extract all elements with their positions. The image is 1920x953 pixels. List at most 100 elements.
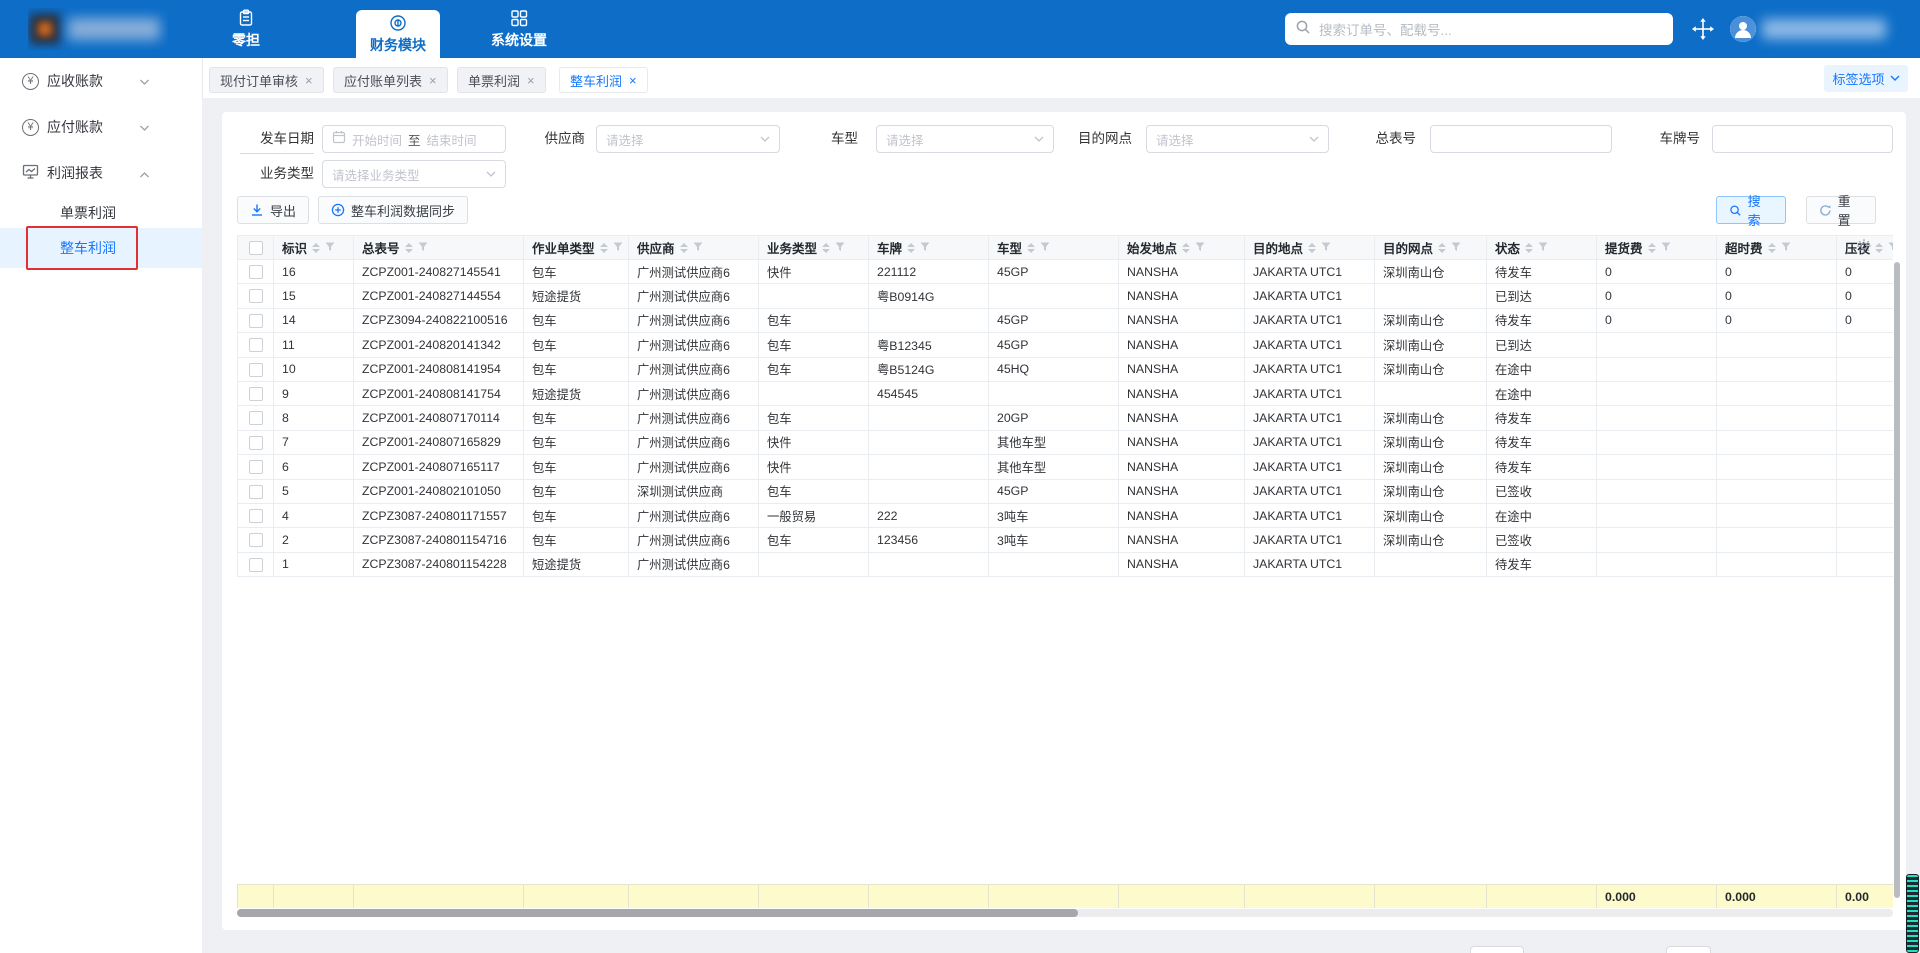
sort-carets-icon[interactable] xyxy=(1438,243,1446,253)
nav-item-system-settings[interactable]: 系统设置 xyxy=(476,0,562,58)
user-avatar[interactable] xyxy=(1730,16,1756,42)
row-checkbox[interactable] xyxy=(249,436,263,450)
filter-funnel[interactable] xyxy=(1040,241,1050,255)
close-icon[interactable]: × xyxy=(629,73,637,88)
table-row[interactable]: 14ZCPZ3094-240822100516包车广州测试供应商6包车45GPN… xyxy=(238,308,1894,332)
table-row[interactable]: 10ZCPZ001-240808141954包车广州测试供应商6包车粤B5124… xyxy=(238,357,1894,381)
filter-funnel-icon[interactable] xyxy=(1195,242,1205,252)
filter-funnel[interactable] xyxy=(693,241,703,255)
sort-carets-icon[interactable] xyxy=(1768,243,1776,253)
table-row[interactable]: 7ZCPZ001-240807165829包车广州测试供应商6快件其他车型NAN… xyxy=(238,430,1894,454)
column-header[interactable]: 目的地点 xyxy=(1245,236,1375,260)
depart-date-range-input[interactable]: 开始时间 至 结束时间 xyxy=(322,125,506,153)
filter-funnel-icon[interactable] xyxy=(418,242,428,252)
table-row[interactable]: 1ZCPZ3087-240801154228短途提货广州测试供应商6NANSHA… xyxy=(238,552,1894,576)
filter-funnel[interactable] xyxy=(1781,241,1791,255)
sidebar-item-payables[interactable]: ¥ 应付账款 xyxy=(0,106,202,148)
column-header[interactable]: 作业单类型 xyxy=(524,236,629,260)
filter-funnel[interactable] xyxy=(920,241,930,255)
row-checkbox[interactable] xyxy=(249,558,263,572)
dest-branch-select[interactable]: 请选择 xyxy=(1146,125,1329,153)
select-all-checkbox[interactable] xyxy=(249,241,263,255)
column-header[interactable]: 始发地点 xyxy=(1119,236,1245,260)
vehicle-type-select[interactable]: 请选择 xyxy=(876,125,1054,153)
global-search-input[interactable]: 搜索订单号、配载号... xyxy=(1285,13,1673,45)
supplier-select[interactable]: 请选择 xyxy=(596,125,780,153)
master-no-input[interactable] xyxy=(1430,125,1612,153)
filter-funnel[interactable] xyxy=(1321,241,1331,255)
nav-item-finance-module[interactable]: 财务模块 xyxy=(356,10,440,58)
filter-funnel-icon[interactable] xyxy=(1040,242,1050,252)
filter-funnel-icon[interactable] xyxy=(325,242,335,252)
column-header[interactable]: 提货费 xyxy=(1597,236,1717,260)
column-header[interactable]: 超时费 xyxy=(1717,236,1837,260)
row-checkbox[interactable] xyxy=(249,460,263,474)
floating-widget[interactable] xyxy=(1906,874,1919,953)
sort-carets-icon[interactable] xyxy=(600,243,608,253)
column-header[interactable]: 目的网点 xyxy=(1375,236,1487,260)
column-header[interactable]: 总表号 xyxy=(354,236,524,260)
row-checkbox[interactable] xyxy=(249,265,263,279)
filter-funnel[interactable] xyxy=(325,241,335,255)
tab-single-ticket-profit[interactable]: 单票利润 × xyxy=(457,67,546,93)
filter-funnel[interactable] xyxy=(1451,241,1461,255)
filter-funnel-icon[interactable] xyxy=(1888,242,1893,252)
sort-carets-icon[interactable] xyxy=(405,243,413,253)
row-checkbox[interactable] xyxy=(249,509,263,523)
nav-item-ltl[interactable]: 零担 xyxy=(218,0,274,58)
filter-funnel-icon[interactable] xyxy=(920,242,930,252)
sort-carets-icon[interactable] xyxy=(1875,243,1883,253)
business-type-select[interactable]: 请选择业务类型 xyxy=(322,160,506,188)
sort-carets-icon[interactable] xyxy=(1182,243,1190,253)
table-row[interactable]: 8ZCPZ001-240807170114包车广州测试供应商6包车20GPNAN… xyxy=(238,406,1894,430)
table-row[interactable]: 4ZCPZ3087-240801171557包车广州测试供应商6一般贸易2223… xyxy=(238,503,1894,527)
sidebar-item-single-ticket-profit[interactable]: 单票利润 xyxy=(0,194,202,232)
filter-funnel-icon[interactable] xyxy=(1321,242,1331,252)
column-settings-gear-icon[interactable] xyxy=(1856,238,1872,259)
table-row[interactable]: 2ZCPZ3087-240801154716包车广州测试供应商6包车123456… xyxy=(238,528,1894,552)
table-row[interactable]: 15ZCPZ001-240827144554短途提货广州测试供应商6粤B0914… xyxy=(238,284,1894,308)
close-icon[interactable]: × xyxy=(429,73,437,88)
plate-no-input[interactable] xyxy=(1712,125,1893,153)
filter-funnel-icon[interactable] xyxy=(1661,242,1671,252)
filter-funnel[interactable] xyxy=(1888,241,1893,255)
filter-funnel[interactable] xyxy=(418,241,428,255)
sidebar-item-receivables[interactable]: ¥ 应收账款 xyxy=(0,60,202,102)
tab-full-vehicle-profit[interactable]: 整车利润 × xyxy=(559,67,648,93)
column-header[interactable]: 状态 xyxy=(1487,236,1597,260)
sort-carets-icon[interactable] xyxy=(907,243,915,253)
table-row[interactable]: 6ZCPZ001-240807165117包车广州测试供应商6快件其他车型NAN… xyxy=(238,455,1894,479)
filter-funnel-icon[interactable] xyxy=(1538,242,1548,252)
filter-funnel-icon[interactable] xyxy=(613,242,623,252)
close-icon[interactable]: × xyxy=(527,73,535,88)
row-checkbox[interactable] xyxy=(249,289,263,303)
table-row[interactable]: 5ZCPZ001-240802101050包车深圳测试供应商包车45GPNANS… xyxy=(238,479,1894,503)
filter-funnel-icon[interactable] xyxy=(693,242,703,252)
tab-payable-bill-list[interactable]: 应付账单列表 × xyxy=(333,67,448,93)
row-checkbox[interactable] xyxy=(249,363,263,377)
filter-funnel-icon[interactable] xyxy=(835,242,845,252)
sort-carets-icon[interactable] xyxy=(1027,243,1035,253)
sort-carets-icon[interactable] xyxy=(1525,243,1533,253)
row-checkbox[interactable] xyxy=(249,314,263,328)
row-checkbox[interactable] xyxy=(249,338,263,352)
row-checkbox[interactable] xyxy=(249,533,263,547)
search-button[interactable]: 搜索 xyxy=(1716,196,1786,224)
row-checkbox[interactable] xyxy=(249,485,263,499)
filter-funnel[interactable] xyxy=(835,241,845,255)
sort-carets-icon[interactable] xyxy=(680,243,688,253)
pagination-button-cut[interactable] xyxy=(1470,946,1524,953)
sidebar-item-full-vehicle-profit[interactable]: 整车利润 xyxy=(0,228,202,268)
tab-cash-order-review[interactable]: 现付订单审核 × xyxy=(209,67,324,93)
filter-funnel[interactable] xyxy=(1661,241,1671,255)
pagination-button-cut[interactable] xyxy=(1666,946,1711,953)
column-header[interactable]: 供应商 xyxy=(629,236,759,260)
sort-carets-icon[interactable] xyxy=(312,243,320,253)
table-row[interactable]: 16ZCPZ001-240827145541包车广州测试供应商6快件221112… xyxy=(238,260,1894,284)
filter-funnel[interactable] xyxy=(1195,241,1205,255)
sidebar-item-profit-reports[interactable]: 利润报表 xyxy=(0,152,202,194)
row-checkbox[interactable] xyxy=(249,411,263,425)
reset-button[interactable]: 重置 xyxy=(1806,196,1876,224)
table-row[interactable]: 9ZCPZ001-240808141754短途提货广州测试供应商6454545N… xyxy=(238,381,1894,405)
filter-funnel-icon[interactable] xyxy=(1781,242,1791,252)
